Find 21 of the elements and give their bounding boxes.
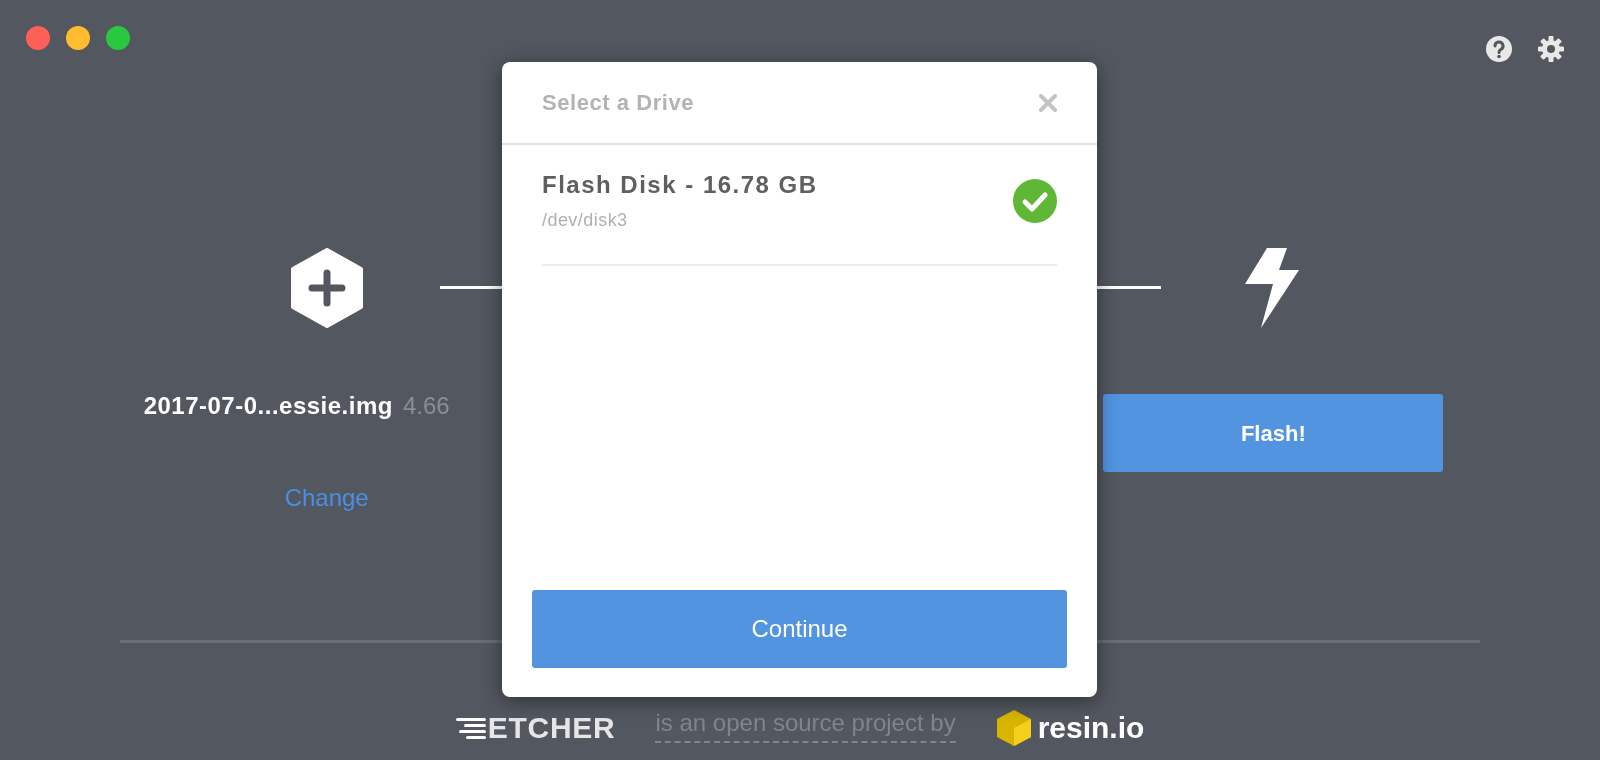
- drive-name: Flash Disk - 16.78 GB: [542, 170, 818, 200]
- resin-logo[interactable]: resin.io: [995, 705, 1145, 750]
- drive-path: /dev/disk3: [542, 209, 629, 232]
- minimize-window-button[interactable]: [66, 26, 90, 50]
- close-window-button[interactable]: [26, 26, 50, 50]
- checkmark-icon: [1013, 178, 1057, 223]
- flash-button[interactable]: Flash!: [1103, 394, 1444, 472]
- cube-icon: [995, 708, 1032, 747]
- dialog-title: Select a Drive: [542, 89, 694, 117]
- change-link[interactable]: Change: [284, 480, 369, 516]
- zoom-window-button[interactable]: [106, 26, 130, 50]
- help-icon[interactable]: [1486, 36, 1512, 62]
- settings-icon[interactable]: [1538, 36, 1564, 62]
- etcher-wordmark: ETCHER: [487, 710, 616, 746]
- resin-wordmark: resin.io: [1037, 710, 1145, 746]
- speed-lines-icon: [455, 715, 486, 740]
- add-image-icon[interactable]: [289, 248, 364, 328]
- etcher-logo[interactable]: ETCHER: [455, 705, 616, 750]
- continue-button[interactable]: Continue: [532, 590, 1067, 668]
- image-filename: 2017-07-0...essie.img: [143, 391, 393, 421]
- lightning-bolt-icon: [1245, 248, 1302, 328]
